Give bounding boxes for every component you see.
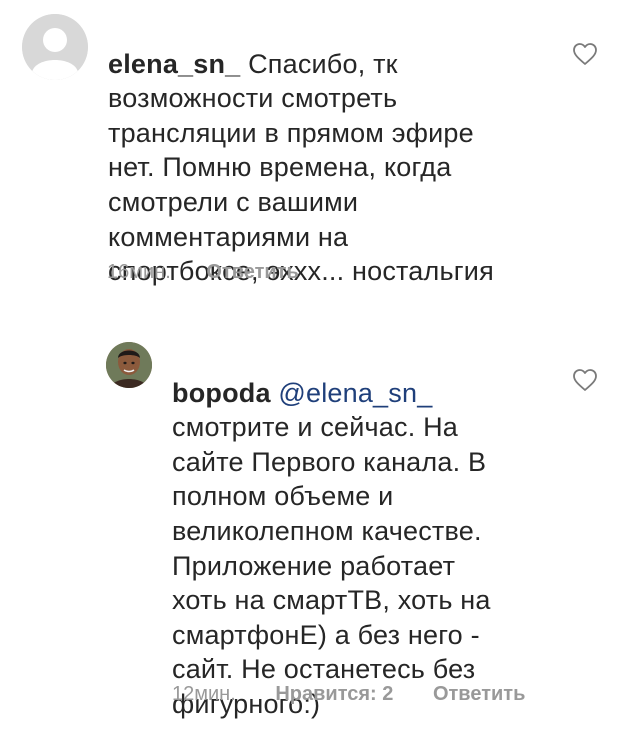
reply-button[interactable]: Ответить bbox=[206, 261, 298, 283]
comment-text: смотрите и сейчас. На сайте Первого кана… bbox=[172, 412, 491, 719]
comment-username[interactable]: bopoda bbox=[172, 378, 271, 408]
user-photo-avatar bbox=[106, 342, 152, 388]
avatar[interactable] bbox=[106, 342, 152, 388]
comment-reply: bopoda @elena_sn_ смотрите и сейчас. На … bbox=[0, 300, 640, 730]
comment-body: elena_sn_ Спасибо, тк возможности смотре… bbox=[108, 12, 548, 289]
comment-meta: 16мин. Ответить bbox=[107, 261, 299, 284]
comment-timestamp: 16мин. bbox=[107, 261, 171, 283]
comment-username[interactable]: elena_sn_ bbox=[108, 49, 240, 79]
avatar[interactable] bbox=[22, 14, 88, 80]
comment-meta: 12мин. Нравится: 2 Ответить bbox=[172, 683, 525, 706]
comment-text: Спасибо, тк возможности смотреть трансля… bbox=[108, 48, 494, 287]
default-profile-icon bbox=[22, 14, 88, 80]
comment-timestamp: 12мин. bbox=[172, 683, 236, 705]
heart-outline-icon[interactable] bbox=[572, 42, 598, 66]
comment: elena_sn_ Спасибо, тк возможности смотре… bbox=[0, 0, 640, 300]
likes-count-button[interactable]: Нравится: 2 bbox=[275, 683, 393, 705]
mention-link[interactable]: @elena_sn_ bbox=[278, 378, 432, 408]
heart-outline-icon[interactable] bbox=[572, 368, 598, 392]
reply-button[interactable]: Ответить bbox=[433, 683, 525, 705]
comment-body: bopoda @elena_sn_ смотрите и сейчас. На … bbox=[172, 341, 552, 722]
